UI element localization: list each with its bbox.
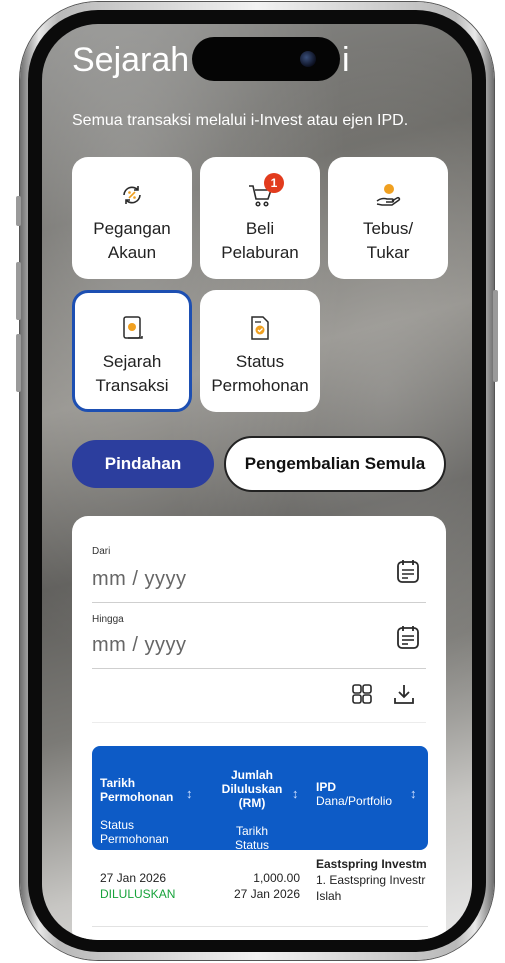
status-badge: DILULUSKAN bbox=[100, 887, 176, 901]
sort-icon[interactable]: ↕ bbox=[186, 786, 193, 801]
table-row[interactable]: 27 Jan 2026 DILULUSKAN 1,000.00 27 Jan 2… bbox=[92, 857, 428, 928]
tile-status-permohonan[interactable]: Status Permohonan bbox=[200, 290, 320, 412]
tile-label: Sejarah Transaksi bbox=[95, 352, 169, 395]
side-button bbox=[493, 290, 498, 382]
tile-pegangan-akaun[interactable]: Pegangan Akaun bbox=[72, 157, 192, 279]
header-secondary: Status Permohonan bbox=[100, 818, 169, 846]
document-check-icon bbox=[246, 314, 274, 342]
from-date-input[interactable]: mm / yyyy bbox=[92, 568, 187, 591]
table-header: Tarikh Permohonan Status Permohonan ↕ Ju… bbox=[92, 746, 428, 852]
field-divider bbox=[92, 668, 426, 669]
cart-icon: 1 bbox=[246, 173, 284, 209]
cell-fund: 1. Eastspring Investr bbox=[316, 873, 426, 887]
header-secondary: Dana/Portfolio bbox=[316, 794, 393, 808]
side-button bbox=[16, 262, 21, 320]
toolbar-divider bbox=[92, 722, 426, 723]
row-divider bbox=[92, 926, 428, 927]
download-icon[interactable] bbox=[392, 682, 416, 706]
header-primary: IPD bbox=[316, 780, 337, 794]
calendar-icon[interactable] bbox=[396, 624, 420, 650]
col-header-ipd[interactable]: IPD Dana/Portfolio bbox=[316, 780, 392, 808]
header-primary: Jumlah Diluluskan (RM) bbox=[221, 768, 283, 810]
calendar-icon[interactable] bbox=[396, 558, 420, 584]
header-secondary: Tarikh Status bbox=[234, 824, 270, 852]
camera-icon bbox=[300, 51, 316, 67]
cell-amount: 1,000.00 bbox=[253, 871, 300, 885]
tile-sejarah-transaksi[interactable]: Sejarah Transaksi bbox=[72, 290, 192, 412]
side-button bbox=[16, 334, 21, 392]
cell-date: 27 Jan 2026 bbox=[100, 871, 167, 885]
exchange-percent-icon bbox=[118, 181, 146, 209]
tab-pengembalian-semula[interactable]: Pengembalian Semula bbox=[224, 436, 446, 492]
app-screen: Sejarah i Semua transaksi melalui i-Inve… bbox=[42, 24, 472, 940]
cell-status-date: 27 Jan 2026 bbox=[233, 887, 300, 901]
cell-ipd: Eastspring Investm bbox=[316, 857, 427, 871]
page-title-tail: i bbox=[342, 41, 350, 79]
side-button bbox=[16, 196, 21, 226]
tile-label: Status Permohonan bbox=[211, 352, 309, 395]
to-date-input[interactable]: mm / yyyy bbox=[92, 634, 187, 657]
cart-count-badge: 1 bbox=[264, 173, 284, 193]
page-title: Sejarah bbox=[72, 41, 190, 79]
tile-tebus-tukar[interactable]: Tebus/ Tukar bbox=[328, 157, 448, 279]
page-subtitle: Semua transaksi melalui i-Invest atau ej… bbox=[72, 112, 409, 129]
tile-label: Tebus/ Tukar bbox=[362, 219, 414, 262]
cell-fund-cont: Islah bbox=[316, 889, 342, 903]
scroll-icon bbox=[118, 314, 146, 342]
sort-icon[interactable]: ↕ bbox=[292, 786, 299, 801]
header-primary: Tarikh Permohonan bbox=[100, 776, 174, 804]
hand-coin-icon bbox=[374, 181, 402, 209]
tile-label: Pegangan Akaun bbox=[93, 219, 171, 262]
tab-pindahan[interactable]: Pindahan bbox=[72, 440, 214, 488]
tile-beli-pelaburan[interactable]: 1 Beli Pelaburan bbox=[200, 157, 320, 279]
field-divider bbox=[92, 602, 426, 603]
tile-label: Beli Pelaburan bbox=[221, 219, 299, 262]
col-header-jumlah[interactable]: Jumlah Diluluskan (RM) Tarikh Status bbox=[210, 754, 294, 866]
grid-view-icon[interactable] bbox=[350, 682, 374, 706]
dynamic-island bbox=[192, 37, 340, 81]
from-label: Dari bbox=[92, 546, 111, 557]
to-label: Hingga bbox=[92, 614, 124, 625]
col-header-tarikh[interactable]: Tarikh Permohonan Status Permohonan bbox=[100, 762, 173, 860]
filter-card: Dari mm / yyyy Hingga mm / yyyy Tarikh P… bbox=[72, 516, 446, 940]
sort-icon[interactable]: ↕ bbox=[410, 786, 417, 801]
